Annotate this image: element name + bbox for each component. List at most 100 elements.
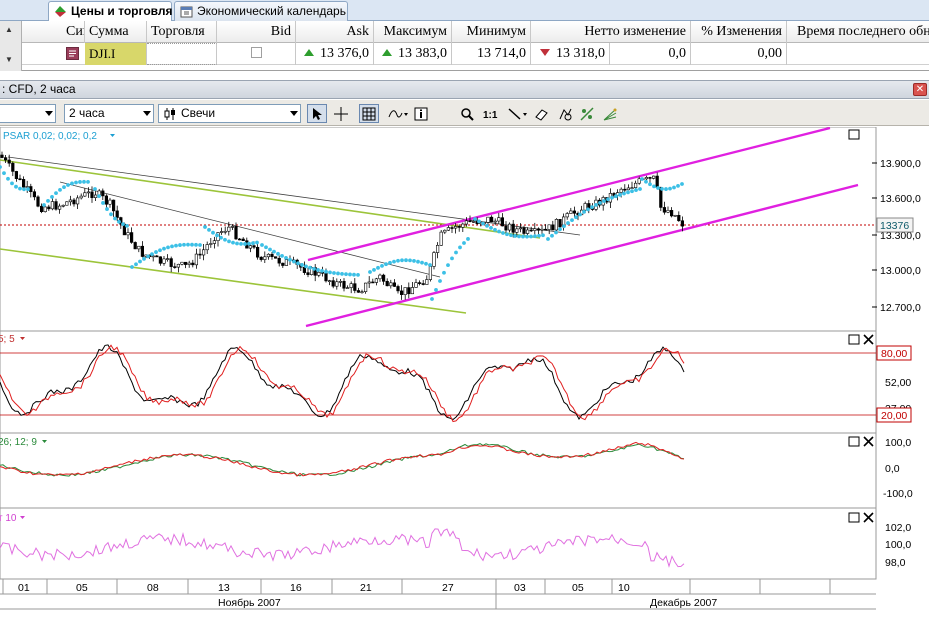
candle-body	[112, 199, 116, 212]
eraser-button[interactable]	[531, 104, 551, 123]
scroll-up-icon[interactable]: ▲	[5, 25, 13, 34]
scroll-down-icon[interactable]: ▼	[5, 55, 13, 64]
psar-dot	[602, 199, 606, 203]
amount-input[interactable]	[147, 43, 217, 65]
candle-body	[126, 232, 130, 236]
candle-body	[511, 223, 515, 233]
cursor-button[interactable]	[307, 104, 327, 123]
column-header-pct-change[interactable]: % Изменения	[691, 21, 787, 43]
trade-checkbox[interactable]	[250, 47, 262, 58]
grid-button[interactable]	[359, 104, 379, 123]
psar-dot	[50, 194, 54, 199]
column-header-high[interactable]: Максимум	[374, 21, 452, 43]
candle-body	[338, 281, 343, 283]
candle-body	[536, 228, 540, 231]
psar-dot	[243, 242, 247, 246]
psar-dot	[513, 234, 517, 238]
eraser-icon	[535, 109, 548, 121]
candle-body	[529, 229, 533, 232]
psar-dot	[117, 219, 121, 224]
psar-dot	[121, 222, 125, 227]
psar-dot	[505, 232, 509, 237]
psar-dot	[78, 180, 82, 184]
line-tool-button[interactable]	[505, 104, 527, 123]
candle-body	[133, 242, 137, 250]
close-icon[interactable]	[863, 512, 874, 523]
timeframe-select[interactable]: 2 часа	[64, 104, 154, 123]
candle-body	[655, 175, 659, 188]
psar-dot	[154, 250, 158, 254]
symbol-select[interactable]	[0, 104, 56, 123]
candle-body	[101, 190, 105, 197]
quotes-scrollbar[interactable]: ▲ ▼	[0, 21, 22, 71]
close-icon[interactable]: ✕	[913, 83, 927, 96]
fan-button[interactable]	[600, 104, 620, 123]
ask-cell[interactable]: 13 383,0	[374, 43, 452, 65]
chevron-down-icon	[290, 111, 298, 116]
momentum-axis-100: 100,0	[885, 539, 911, 551]
candle-body	[317, 271, 321, 276]
fib-button[interactable]	[577, 104, 597, 123]
candle-body	[522, 227, 526, 234]
settings-icon	[559, 108, 572, 121]
column-header-amount[interactable]: Сумма	[85, 21, 147, 43]
candle-body	[583, 203, 587, 211]
symbol-note-icon[interactable]	[58, 43, 85, 65]
psar-dot	[473, 217, 477, 221]
calendar-tab-icon	[180, 5, 193, 18]
psar-dot	[664, 187, 668, 191]
info-button[interactable]	[411, 104, 431, 123]
candle-body	[281, 262, 285, 266]
column-header-ask[interactable]: Ask	[296, 21, 374, 43]
chart-canvas[interactable]: PSAR 0,02; 0,02; 0,2 13.900,0 13.600,0 13.…	[0, 126, 929, 617]
psar-dot	[109, 212, 113, 217]
column-header-trade[interactable]: Торговля	[147, 21, 217, 43]
zoom-icon	[461, 108, 474, 121]
column-header-bid[interactable]: Bid	[217, 21, 296, 43]
column-header-low[interactable]: Минимум	[452, 21, 531, 43]
close-icon[interactable]	[863, 334, 874, 345]
candle-body	[173, 266, 177, 268]
bid-cell[interactable]: 13 376,0	[296, 43, 374, 65]
maximize-icon[interactable]	[848, 334, 860, 345]
chart-window-title[interactable]: : CFD, 2 часа ✕	[0, 80, 929, 99]
psar-dot	[146, 254, 150, 259]
chevron-down-icon[interactable]	[110, 134, 115, 137]
current-price-text: 13376	[880, 220, 909, 232]
candle-body	[374, 278, 379, 283]
chart-type-select[interactable]: Свечи	[158, 104, 301, 123]
candle-body	[435, 245, 440, 253]
candle-body	[194, 253, 199, 266]
maximize-icon[interactable]	[848, 436, 860, 447]
time-axis: 01 05 08 13 16 21 27 03 05 10	[2, 579, 831, 594]
quote-row-dji[interactable]: DJI.I 13 376,0 13 383,0 13 714,0 13 318,…	[22, 43, 929, 65]
column-header-last-update[interactable]: Время последнего обн	[787, 21, 929, 43]
psar-dot	[517, 234, 521, 239]
chevron-down-icon[interactable]	[20, 516, 25, 519]
psar-dot	[438, 279, 442, 283]
trade-checkbox-cell[interactable]	[217, 43, 296, 65]
tab-economic-calendar[interactable]: Экономический календарь	[174, 1, 348, 21]
indicator-button[interactable]	[385, 104, 408, 123]
psar-dot	[304, 264, 308, 269]
maximize-icon[interactable]	[848, 129, 860, 140]
column-header-net-change[interactable]: Нетто изменение	[531, 21, 691, 43]
crosshair-button[interactable]	[331, 104, 351, 123]
tab-prices-trading[interactable]: Цены и торговля	[48, 1, 173, 22]
settings-button[interactable]	[555, 104, 575, 123]
maximize-icon[interactable]	[848, 512, 860, 523]
chevron-down-icon[interactable]	[42, 440, 47, 443]
psar-dot	[640, 177, 644, 181]
chart-area[interactable]: PSAR 0,02; 0,02; 0,2 13.900,0 13.600,0 13.…	[0, 126, 929, 617]
column-header-symbol[interactable]: Символ	[22, 21, 85, 43]
chevron-down-icon[interactable]	[20, 337, 25, 340]
candle-body	[446, 227, 451, 231]
psar-dot	[424, 261, 428, 266]
candle-body	[86, 191, 90, 194]
scale-1to1-button[interactable]: 1:1	[480, 104, 500, 123]
candle-body	[619, 188, 623, 193]
close-icon[interactable]	[863, 436, 874, 447]
symbol-cell[interactable]: DJI.I	[85, 43, 147, 65]
tab-label: Экономический календарь	[197, 4, 346, 18]
zoom-button[interactable]	[457, 104, 477, 123]
